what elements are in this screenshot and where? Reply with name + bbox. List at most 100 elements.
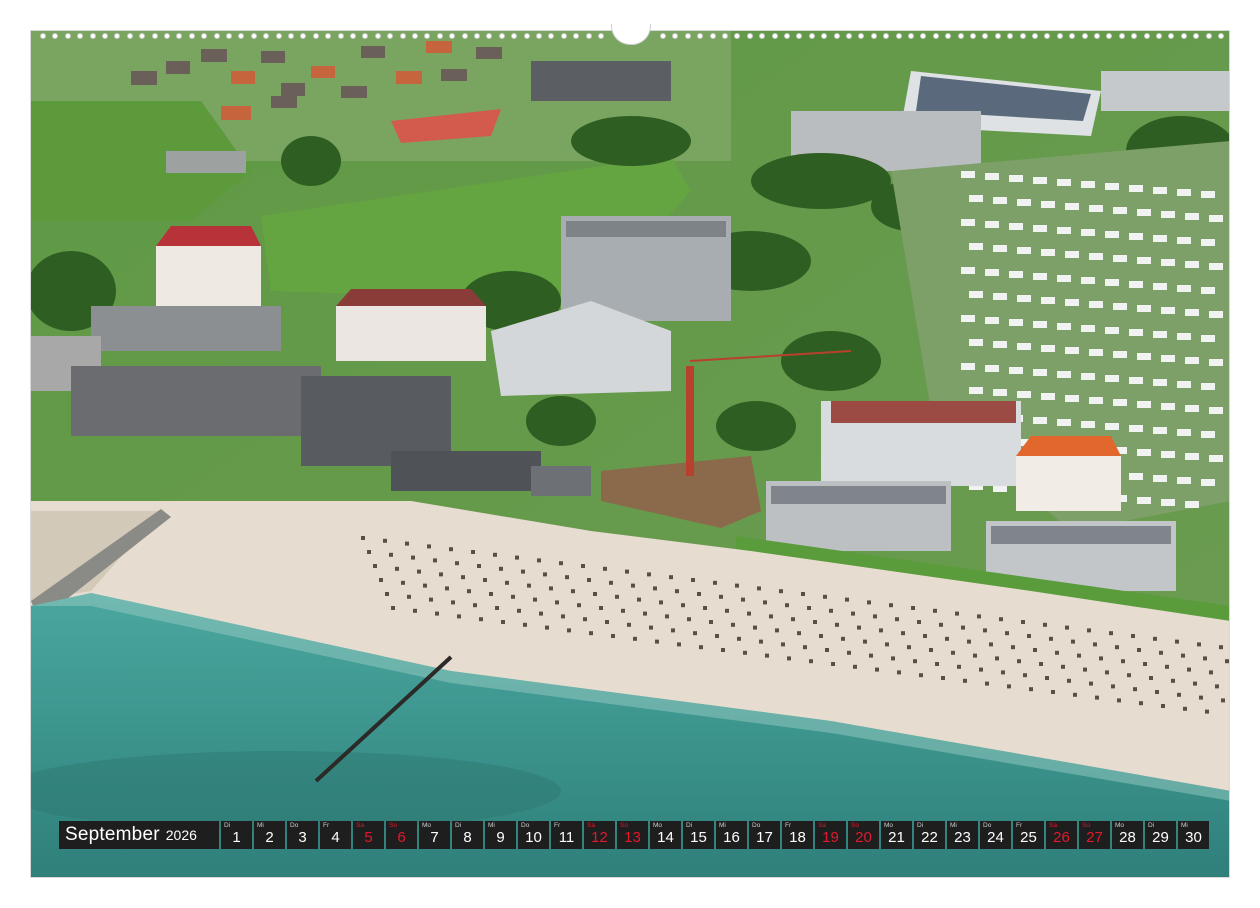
binding-hole	[784, 33, 790, 39]
day-number: 30	[1185, 829, 1202, 846]
caravan	[969, 195, 983, 202]
day-cell: Mi 9	[485, 821, 516, 849]
beach-chair	[561, 614, 565, 619]
beach-chair	[813, 620, 817, 624]
caravan	[1161, 499, 1175, 506]
beach-chair	[825, 648, 829, 652]
beach-chair	[797, 631, 801, 636]
day-cell: Di 8	[452, 821, 483, 849]
binding-hole	[188, 33, 195, 39]
beach-chair	[1055, 650, 1059, 655]
beach-chair	[1171, 678, 1175, 683]
beach-chair	[435, 611, 439, 616]
weekday-label: Fr	[785, 822, 792, 829]
weekday-label: Sa	[587, 822, 595, 829]
day-cell: Di 1	[221, 821, 252, 849]
beach-chair	[835, 622, 839, 627]
day-cell: Mo 14	[650, 821, 681, 849]
binding-hole	[697, 33, 704, 39]
beach-chair	[897, 670, 901, 675]
beach-chair	[1071, 639, 1075, 644]
caravan	[961, 219, 975, 226]
caravan	[1057, 227, 1071, 234]
beach-chair	[567, 628, 571, 633]
day-number: 22	[921, 829, 938, 846]
binding-hole	[1118, 33, 1125, 39]
day-cell: Mo 7	[419, 821, 450, 849]
caravan	[1089, 349, 1103, 356]
caravan	[1137, 497, 1151, 504]
beach-chair	[379, 578, 383, 582]
binding-hole	[114, 33, 121, 39]
beach-chair	[1181, 653, 1185, 658]
beach-chair	[653, 586, 657, 591]
beach-chair	[713, 580, 717, 585]
beach-chair	[559, 561, 563, 566]
day-cell: Mi 16	[716, 821, 747, 849]
binding-hole	[89, 33, 96, 39]
caravan	[1057, 179, 1071, 186]
beach-chair	[1105, 670, 1109, 675]
day-cell: Di 29	[1145, 821, 1176, 849]
twin-houses	[336, 306, 486, 361]
beach-chair	[697, 592, 701, 596]
day-number: 21	[888, 829, 905, 846]
beach-chair	[977, 614, 981, 619]
weekday-label: Do	[752, 822, 761, 829]
caravan	[1113, 303, 1127, 310]
beach-chair	[983, 628, 987, 633]
binding-hole	[176, 33, 183, 39]
beach-chair	[923, 634, 927, 638]
caravan	[985, 221, 999, 228]
weekday-label: Di	[224, 822, 231, 829]
caravan	[1081, 277, 1095, 284]
beach-chair	[589, 631, 593, 636]
beach-chair	[581, 564, 585, 568]
caravan	[1209, 455, 1223, 462]
beach-chair	[1117, 698, 1121, 703]
beach-chair	[1137, 648, 1141, 652]
day-number: 1	[232, 829, 241, 846]
weekday-label: Do	[290, 822, 299, 829]
beach-chair	[603, 566, 607, 571]
caravan	[1185, 405, 1199, 412]
binding-hole	[660, 33, 666, 39]
beach-chair	[675, 589, 679, 594]
caravan	[1185, 309, 1199, 316]
caravan	[1209, 311, 1223, 318]
beach-chair	[461, 575, 465, 580]
binding-hole	[139, 33, 146, 39]
binding-hole	[337, 33, 344, 39]
binding-hole	[461, 33, 468, 39]
weekday-label: Di	[455, 822, 462, 829]
caravan	[961, 315, 975, 322]
caravan	[1153, 235, 1167, 242]
beach-chair	[857, 625, 861, 630]
day-cell: Do 17	[749, 821, 780, 849]
beach-chair	[1219, 645, 1223, 650]
beach-chair	[1197, 642, 1201, 647]
binding-hole	[102, 33, 108, 39]
weekday-label: So	[389, 822, 397, 829]
binding-hole	[672, 33, 679, 39]
beach-chair	[869, 653, 873, 658]
binding-hole	[771, 33, 778, 39]
day-cell: Sa 26	[1046, 821, 1077, 849]
caravan	[1113, 207, 1127, 214]
day-cell: Fr 4	[320, 821, 351, 849]
beach-chair	[537, 558, 541, 563]
beach-chair	[1087, 628, 1091, 633]
beach-chair	[875, 667, 879, 672]
beach-chair	[779, 589, 783, 594]
beach-chair	[515, 555, 519, 560]
caravan	[1129, 233, 1143, 240]
day-number: 13	[624, 829, 641, 846]
month-label-box: September 2026	[59, 821, 219, 849]
beach-chair	[703, 606, 707, 610]
caravan	[1177, 333, 1191, 340]
beach-chair	[919, 673, 923, 678]
beach-chair	[511, 594, 515, 599]
beach-chair	[389, 552, 393, 557]
beach-chair	[955, 611, 959, 616]
beach-chair	[769, 614, 773, 619]
